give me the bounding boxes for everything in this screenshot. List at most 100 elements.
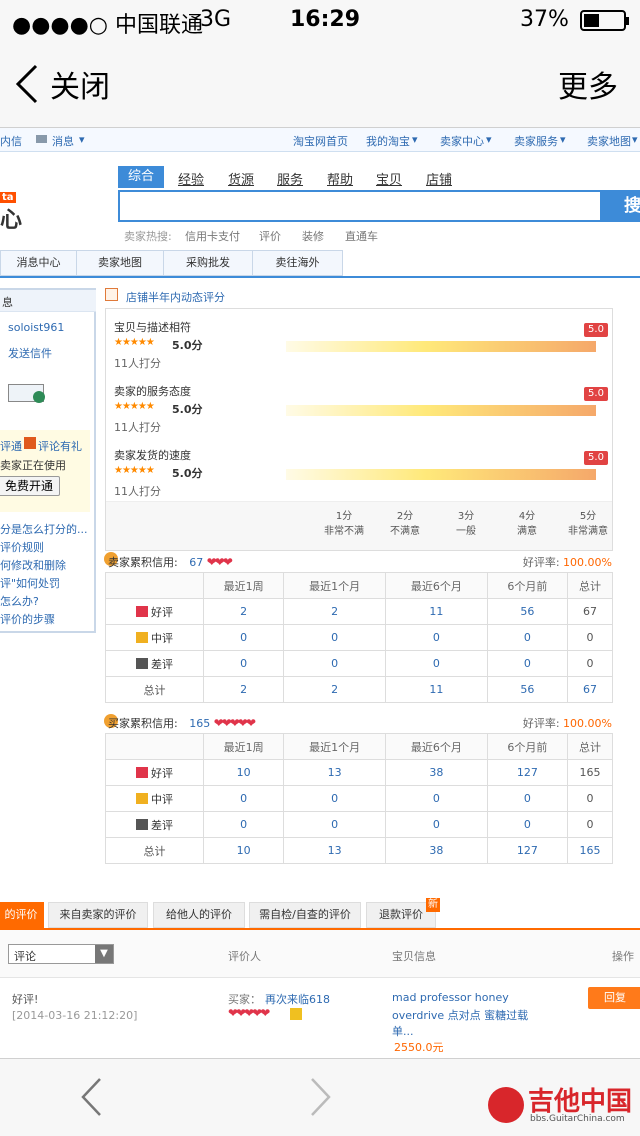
table-header-cell: 6个月前 — [486, 572, 568, 599]
hot-search-link[interactable]: 直通车 — [345, 228, 378, 244]
table-cell: 0 — [283, 624, 386, 651]
sidebar-link[interactable]: 分是怎么打分的... — [0, 521, 88, 537]
dsr-item-count: 11人打分 — [114, 357, 161, 370]
table-cell[interactable]: 38 — [384, 759, 488, 786]
top-nav-seller-map[interactable]: 卖家地图 — [587, 133, 631, 149]
dsr-item-score: 5.0分 — [172, 467, 203, 480]
table-cell[interactable]: 127 — [486, 759, 568, 786]
back-chevron-icon — [15, 64, 38, 104]
search-tab-supply[interactable]: 货源 — [228, 169, 254, 188]
free-open-button[interactable]: 免费开通 — [0, 476, 60, 496]
search-tab-item[interactable]: 宝贝 — [376, 169, 402, 188]
row-label-text: 好评 — [151, 605, 173, 619]
dsr-item-score: 5.0分 — [172, 403, 203, 416]
dsr-scale-label: 5分 非常满意 — [558, 509, 618, 539]
table-cell: 0 — [202, 785, 285, 812]
table-cell[interactable]: 2 — [202, 598, 285, 625]
table-cell: 2 — [202, 676, 285, 703]
review-filter-value: 评论 — [14, 950, 36, 963]
table-header-cell: 最近6个月 — [384, 572, 488, 599]
subnav-seller-map[interactable]: 卖家地图 — [76, 250, 164, 276]
table-header-cell: 最近1周 — [202, 733, 285, 760]
time-label: 16:29 — [290, 7, 361, 32]
search-tab-service[interactable]: 服务 — [277, 169, 303, 188]
sidebar-link[interactable]: 评价的步骤 — [0, 611, 55, 627]
search-tab-experience[interactable]: 经验 — [178, 169, 204, 188]
row-label: 中评 — [105, 624, 204, 651]
tab-received-reviews[interactable]: 的评价 — [0, 902, 44, 928]
top-nav-seller-center[interactable]: 卖家中心 — [440, 133, 484, 149]
top-nav-taobao-home[interactable]: 淘宝网首页 — [293, 133, 348, 149]
logo-text: 心 — [0, 208, 23, 233]
hot-search-link[interactable]: 装修 — [302, 228, 324, 244]
item-title-line3[interactable]: 单... — [392, 1023, 414, 1039]
search-tab-all[interactable]: 综合 — [118, 166, 164, 188]
sidebar-username[interactable]: soloist961 — [8, 321, 64, 334]
table-cell: 0 — [384, 650, 488, 677]
more-button[interactable]: 更多 — [558, 62, 618, 106]
table-row: 总计 10 13 38 127 165 — [105, 837, 614, 864]
table-header-cell: 最近1个月 — [283, 572, 386, 599]
promo-box: 评通 评论有礼 卖家正在使用 免费开通 — [0, 430, 90, 512]
search-button[interactable]: 搜 — [600, 190, 640, 222]
table-cell: 0 — [384, 811, 488, 838]
table-cell: 2 — [283, 676, 386, 703]
table-cell[interactable]: 2 — [283, 598, 386, 625]
table-cell[interactable]: 56 — [486, 598, 568, 625]
table-cell[interactable]: 11 — [384, 598, 488, 625]
review-filter-select[interactable]: 评论 ▼ — [8, 944, 114, 964]
top-nav-seller-service[interactable]: 卖家服务 — [514, 133, 558, 149]
reply-button[interactable]: 回复 — [588, 987, 640, 1009]
new-badge: 新 — [426, 898, 440, 912]
top-nav-inbox[interactable]: 内信 — [0, 133, 22, 149]
sidebar-link[interactable]: 评价规则 — [0, 539, 44, 555]
dsr-scale-text: 非常不满 — [324, 526, 364, 537]
top-nav-my-taobao[interactable]: 我的淘宝 — [366, 133, 410, 149]
rating-flower-icon — [136, 605, 148, 617]
search-tab-shop[interactable]: 店铺 — [426, 169, 452, 188]
navigation-bar: 关闭 更多 — [0, 40, 640, 128]
hot-search-link[interactable]: 信用卡支付 — [185, 228, 240, 244]
buyer-credit-score[interactable]: 165 — [189, 717, 210, 730]
subnav-overseas[interactable]: 卖往海外 — [252, 250, 343, 276]
table-header-cell: 总计 — [566, 572, 614, 599]
dsr-scale-label: 3分 一般 — [436, 509, 496, 539]
dsr-scale-score: 4分 — [518, 511, 536, 522]
sidebar-link[interactable]: 何修改和删除 — [0, 557, 66, 573]
reviewer-name[interactable]: 再次来临618 — [265, 991, 330, 1007]
table-cell: 0 — [202, 811, 285, 838]
subnav-message-center[interactable]: 消息中心 — [0, 250, 77, 276]
promo-link[interactable]: 评论有礼 — [38, 438, 82, 454]
rating-flower-icon — [136, 792, 148, 804]
table-row: 中评 0 0 0 0 0 — [105, 785, 614, 812]
buyer-positive-rate: 好评率: 100.00% — [523, 715, 612, 731]
chevron-down-icon: ▾ — [412, 133, 418, 146]
dsr-scale-text: 一般 — [456, 526, 476, 537]
tab-given-reviews[interactable]: 给他人的评价 — [153, 902, 245, 928]
chevron-down-icon: ▼ — [95, 945, 113, 963]
table-cell[interactable]: 13 — [283, 759, 386, 786]
tab-self-check[interactable]: 需自检/自查的评价 — [249, 902, 361, 928]
sidebar-link[interactable]: 评"如何处罚 — [0, 575, 60, 591]
table-cell[interactable]: 10 — [202, 759, 285, 786]
item-title-line2[interactable]: overdrive 点对点 蜜糖过载 — [392, 1007, 528, 1023]
sidebar-link[interactable]: 怎么办? — [0, 593, 39, 609]
search-tab-help[interactable]: 帮助 — [327, 169, 353, 188]
sidebar-send-letter[interactable]: 发送信件 — [8, 345, 52, 361]
tab-from-seller[interactable]: 来自卖家的评价 — [48, 902, 148, 928]
seller-credit-score[interactable]: 67 — [189, 556, 203, 569]
top-nav-messages[interactable]: 消息 — [52, 133, 74, 149]
subnav-wholesale[interactable]: 采购批发 — [163, 250, 253, 276]
dsr-scale-text: 满意 — [517, 526, 537, 537]
forward-arrow-icon[interactable] — [308, 1077, 332, 1117]
table-header-cell — [105, 733, 204, 760]
table-row: 总计 2 2 11 56 67 — [105, 676, 614, 703]
table-cell: 0 — [283, 811, 386, 838]
column-action: 操作 — [612, 950, 634, 963]
hot-search-link[interactable]: 评价 — [259, 228, 281, 244]
back-arrow-icon[interactable] — [80, 1077, 104, 1117]
search-input[interactable] — [118, 190, 603, 222]
item-title-line1[interactable]: mad professor honey — [392, 991, 509, 1004]
dsr-scale-text: 非常满意 — [568, 526, 608, 537]
row-label-text: 好评 — [151, 766, 173, 780]
